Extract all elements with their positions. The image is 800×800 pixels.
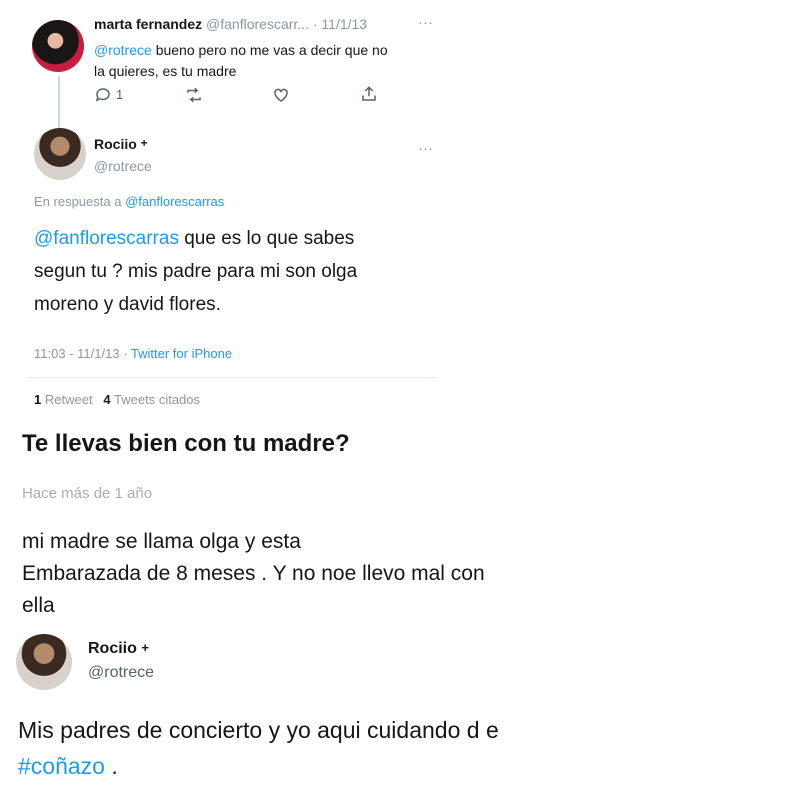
share-icon[interactable] [360,85,378,103]
quote-count[interactable]: 4 [103,392,110,407]
tweet-text-line2: segun tu ? mis padre para mi son olga [34,261,358,282]
tweet-text: @fanflorescarras que es lo que sabes seg… [34,222,444,321]
tweet-date[interactable]: 11/1/13 [321,16,367,32]
author-handle[interactable]: @rotrece [94,158,152,174]
tweet-header: Rociio + [88,640,149,658]
tweet-text: Mis padres de concierto y yo aqui cuidan… [18,712,718,784]
avatar-rociio[interactable] [34,128,86,180]
tweet-text-line3: moreno y david flores. [34,294,221,315]
reply-icon[interactable] [94,86,112,104]
tweet-text-line1: que es lo que sabes [178,228,355,249]
mention-link[interactable]: @rotrece [94,42,152,58]
tweet-stats: 1 Retweet 4 Tweets citados [34,392,200,407]
answer-line3: ella [22,594,55,617]
tweet-header: marta fernandez @fanflorescarr... · 11/1… [94,16,367,32]
mention-link[interactable]: @fanflorescarras [34,228,179,249]
more-options-icon[interactable]: ··· [418,14,433,31]
retweet-count[interactable]: 1 [34,392,41,407]
hashtag-link[interactable]: #coñazo [18,753,105,779]
author-name[interactable]: Rociio [94,136,137,152]
author-name[interactable]: marta fernandez [94,16,202,32]
more-options-icon[interactable]: ··· [418,140,433,157]
separator: · [312,16,318,32]
author-name[interactable]: Rociio [88,640,137,657]
answer-line1: mi madre se llama olga y esta [22,530,301,553]
reply-prefix: En respuesta a [34,194,122,209]
divider [26,377,438,378]
tweet-text-line2: la quieres, es tu madre [94,63,237,79]
dot-separator: · [123,346,128,361]
tweet-header: Rociio + [94,136,148,152]
reply-to-link[interactable]: @fanflorescarras [125,194,224,209]
tweet-meta: 11:03 - 11/1/13 · Twitter for iPhone [34,346,232,361]
tweet-timestamp[interactable]: 11:03 - 11/1/13 [34,346,120,361]
author-handle[interactable]: @rotrece [88,664,154,682]
question-time: Hace más de 1 año [22,485,153,502]
answer-text: mi madre se llama olga y esta Embarazada… [22,526,642,622]
retweet-label[interactable]: Retweet [45,392,93,407]
tweet-source[interactable]: Twitter for iPhone [131,346,232,361]
tweet-text: @rotrece bueno pero no me vas a decir qu… [94,40,444,82]
avatar-marta[interactable] [32,20,84,72]
author-handle[interactable]: @fanflorescarr... [206,16,309,32]
reply-count: 1 [116,87,124,102]
quote-label[interactable]: Tweets citados [114,392,200,407]
tweet-text-line1: Mis padres de concierto y yo aqui cuidan… [18,717,499,743]
answer-line2: Embarazada de 8 meses . Y no noe llevo m… [22,562,485,585]
verified-badge: + [141,640,149,655]
thread-line [58,76,60,128]
verified-badge: + [140,136,148,150]
retweet-icon[interactable] [184,86,204,104]
like-icon[interactable] [271,86,291,104]
tweet-text-end: . [104,753,118,779]
question-title: Te llevas bien con tu madre? [22,430,350,457]
reply-context: En respuesta a @fanflorescarras [34,194,224,209]
avatar-rociio[interactable] [16,634,72,690]
tweet-text-line1: bueno pero no me vas a decir que no [155,42,388,58]
